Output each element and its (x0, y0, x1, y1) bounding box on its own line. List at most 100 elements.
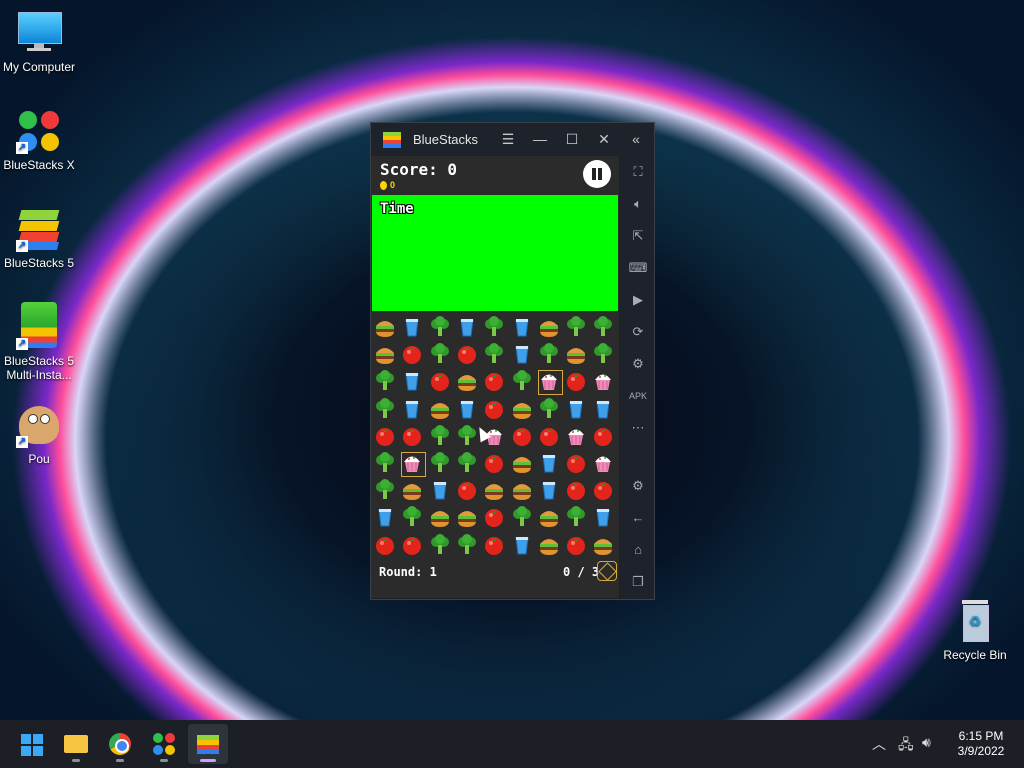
taskbar-chrome[interactable] (100, 724, 140, 764)
broccoli-tile[interactable] (564, 315, 591, 342)
cupcake-tile[interactable] (591, 369, 618, 396)
desktop-icon-bluestacks-x[interactable]: ↗ BlueStacks X (1, 108, 77, 172)
broccoli-tile[interactable] (455, 533, 482, 560)
burger-tile[interactable] (510, 478, 537, 505)
cup-tile[interactable] (510, 315, 537, 342)
cursor-icon[interactable]: ⇱ (628, 226, 648, 246)
burger-tile[interactable] (564, 342, 591, 369)
burger-tile[interactable] (510, 451, 537, 478)
broccoli-tile[interactable] (591, 315, 618, 342)
burger-tile[interactable] (510, 397, 537, 424)
cup-tile[interactable] (591, 397, 618, 424)
desktop-icon-pou[interactable]: ↗ Pou (1, 402, 77, 466)
burger-tile[interactable] (428, 397, 455, 424)
cupcake-tile[interactable] (400, 451, 427, 478)
cup-tile[interactable] (455, 397, 482, 424)
apk-icon[interactable]: APK (628, 386, 648, 406)
cup-tile[interactable] (400, 315, 427, 342)
tomato-tile[interactable] (591, 424, 618, 451)
menu-icon[interactable]: ☰ (499, 130, 517, 148)
minimize-icon[interactable]: — (531, 130, 549, 148)
more-icon[interactable]: ⋯ (628, 418, 648, 438)
rotate-icon[interactable]: ⟳ (628, 322, 648, 342)
cup-tile[interactable] (400, 397, 427, 424)
broccoli-tile[interactable] (591, 342, 618, 369)
cupcake-tile[interactable] (591, 451, 618, 478)
taskbar-bluestacks-x[interactable] (144, 724, 184, 764)
close-icon[interactable]: ✕ (595, 130, 613, 148)
tomato-tile[interactable] (400, 342, 427, 369)
desktop-icon-bluestacks-multi-instance[interactable]: ↗ BlueStacks 5 Multi-Insta... (1, 302, 77, 382)
broccoli-tile[interactable] (428, 342, 455, 369)
back-icon[interactable]: ← (628, 508, 648, 528)
desktop-icon-recycle-bin[interactable]: ♻ Recycle Bin (937, 598, 1013, 662)
burger-tile[interactable] (400, 478, 427, 505)
tomato-tile[interactable] (591, 478, 618, 505)
tomato-tile[interactable] (482, 369, 509, 396)
taskbar-file-explorer[interactable] (56, 724, 96, 764)
burger-tile[interactable] (591, 533, 618, 560)
cup-tile[interactable] (373, 505, 400, 532)
maximize-icon[interactable]: ☐ (563, 130, 581, 148)
cup-tile[interactable] (510, 342, 537, 369)
settings-icon[interactable]: ⚙ (628, 476, 648, 496)
burger-tile[interactable] (537, 533, 564, 560)
cup-tile[interactable] (428, 478, 455, 505)
keyboard-icon[interactable]: ⌨︎ (628, 258, 648, 278)
burger-tile[interactable] (455, 505, 482, 532)
burger-tile[interactable] (482, 478, 509, 505)
recent-apps-icon[interactable]: ❐ (628, 572, 648, 592)
volume-icon[interactable]: 🔈︎ (628, 194, 648, 214)
tomato-tile[interactable] (400, 533, 427, 560)
record-icon[interactable]: ▶ (628, 290, 648, 310)
desktop-icon-bluestacks-5[interactable]: ↗ BlueStacks 5 (1, 206, 77, 270)
broccoli-tile[interactable] (510, 505, 537, 532)
network-icon[interactable]: 🖧︎ (898, 734, 914, 758)
taskbar-bluestacks-5[interactable] (188, 724, 228, 764)
tomato-tile[interactable] (482, 505, 509, 532)
start-button[interactable] (12, 724, 52, 764)
tomato-tile[interactable] (564, 533, 591, 560)
broccoli-tile[interactable] (482, 315, 509, 342)
tomato-tile[interactable] (564, 478, 591, 505)
game-area[interactable]: Score: 0 0 Time Round: 1 0 / 3 (371, 156, 619, 598)
broccoli-tile[interactable] (373, 397, 400, 424)
tomato-tile[interactable] (400, 424, 427, 451)
cup-tile[interactable] (591, 505, 618, 532)
window-titlebar[interactable]: BlueStacks ☰ — ☐ ✕ « (371, 123, 654, 156)
tomato-tile[interactable] (482, 533, 509, 560)
cup-tile[interactable] (510, 533, 537, 560)
broccoli-tile[interactable] (373, 451, 400, 478)
broccoli-tile[interactable] (428, 533, 455, 560)
tomato-tile[interactable] (564, 451, 591, 478)
tomato-tile[interactable] (510, 424, 537, 451)
tomato-tile[interactable] (537, 424, 564, 451)
tomato-tile[interactable] (373, 424, 400, 451)
tomato-tile[interactable] (455, 342, 482, 369)
cupcake-tile[interactable] (537, 369, 564, 396)
clock[interactable]: 6:15 PM 3/9/2022 (946, 729, 1016, 759)
burger-tile[interactable] (455, 369, 482, 396)
show-hidden-icons-chevron-icon[interactable]: ︿ (872, 734, 886, 754)
cup-tile[interactable] (537, 478, 564, 505)
tomato-tile[interactable] (428, 369, 455, 396)
broccoli-tile[interactable] (428, 424, 455, 451)
broccoli-tile[interactable] (373, 478, 400, 505)
burger-tile[interactable] (537, 505, 564, 532)
fullscreen-icon[interactable]: ⛶ (628, 162, 648, 182)
broccoli-tile[interactable] (428, 315, 455, 342)
volume-icon[interactable]: 🔊︎ (922, 734, 931, 751)
cup-tile[interactable] (455, 315, 482, 342)
broccoli-tile[interactable] (537, 397, 564, 424)
broccoli-tile[interactable] (510, 369, 537, 396)
tomato-tile[interactable] (564, 369, 591, 396)
burger-tile[interactable] (428, 505, 455, 532)
tomato-tile[interactable] (455, 478, 482, 505)
home-icon[interactable]: ⌂ (628, 540, 648, 560)
burger-tile[interactable] (537, 315, 564, 342)
burger-tile[interactable] (373, 315, 400, 342)
pause-button[interactable] (583, 160, 611, 188)
tomato-tile[interactable] (373, 533, 400, 560)
burger-tile[interactable] (373, 342, 400, 369)
cup-tile[interactable] (537, 451, 564, 478)
